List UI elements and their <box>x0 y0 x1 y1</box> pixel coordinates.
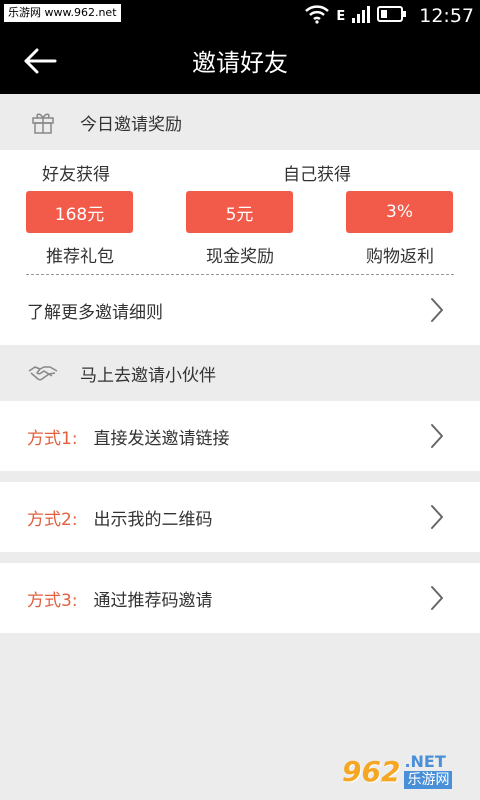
method-prefix: 方式1: <box>27 428 78 449</box>
invite-method-link[interactable]: 方式1: 直接发送邀请链接 <box>0 401 480 471</box>
watermark-logo-side: .NET 乐游网 <box>404 752 453 789</box>
watermark-logo: 962 .NET 乐游网 <box>342 748 474 794</box>
reward-section-header: 今日邀请奖励 <box>0 94 480 150</box>
method-prefix: 方式2: <box>27 509 78 530</box>
gift-icon <box>28 107 58 137</box>
reward-label-cash: 现金奖励 <box>206 247 274 267</box>
reward-value-cash: 5元 <box>186 191 293 233</box>
rules-link-row[interactable]: 了解更多邀请细则 <box>0 275 480 345</box>
method-text: 直接发送邀请链接 <box>93 428 230 449</box>
handshake-icon <box>28 358 58 388</box>
rules-link-label: 了解更多邀请细则 <box>27 302 163 323</box>
page-title: 邀请好友 <box>192 49 288 77</box>
watermark-logo-name: 乐游网 <box>404 771 453 789</box>
watermark-top: 乐游网 www.962.net <box>4 4 121 22</box>
chevron-right-icon <box>430 585 444 611</box>
invite-section-title: 马上去邀请小伙伴 <box>80 365 216 386</box>
wifi-icon <box>304 4 330 28</box>
status-bar: 乐游网 www.962.net E 12:57 <box>0 0 480 32</box>
chevron-right-icon <box>430 504 444 530</box>
watermark-logo-number: 962 <box>342 754 401 788</box>
title-bar: 邀请好友 <box>0 32 480 94</box>
battery-icon <box>377 5 407 27</box>
invite-method-referral-code[interactable]: 方式3: 通过推荐码邀请 <box>0 563 480 633</box>
network-type-label: E <box>336 8 346 24</box>
friend-gets-label: 好友获得 <box>42 165 110 185</box>
watermark-logo-net: .NET <box>404 752 446 771</box>
reward-label-rebate: 购物返利 <box>366 247 434 267</box>
status-time: 12:57 <box>419 5 474 27</box>
method-text: 出示我的二维码 <box>93 509 213 530</box>
invite-method-qrcode[interactable]: 方式2: 出示我的二维码 <box>0 482 480 552</box>
status-icons: E 12:57 <box>304 0 474 32</box>
reward-value-gift-pack: 168元 <box>26 191 133 233</box>
chevron-right-icon <box>430 423 444 449</box>
signal-icon <box>351 5 371 27</box>
method-text: 通过推荐码邀请 <box>93 590 213 611</box>
reward-section-title: 今日邀请奖励 <box>80 114 182 135</box>
reward-value-rebate: 3% <box>346 191 453 233</box>
method-prefix: 方式3: <box>27 590 78 611</box>
chevron-right-icon <box>430 297 444 323</box>
reward-panel: 好友获得 自己获得 168元 5元 3% 推荐礼包 现金奖励 购物返利 <box>0 150 480 275</box>
self-gets-label: 自己获得 <box>283 165 351 185</box>
reward-label-gift-pack: 推荐礼包 <box>46 247 114 267</box>
invite-section-header: 马上去邀请小伙伴 <box>0 345 480 401</box>
